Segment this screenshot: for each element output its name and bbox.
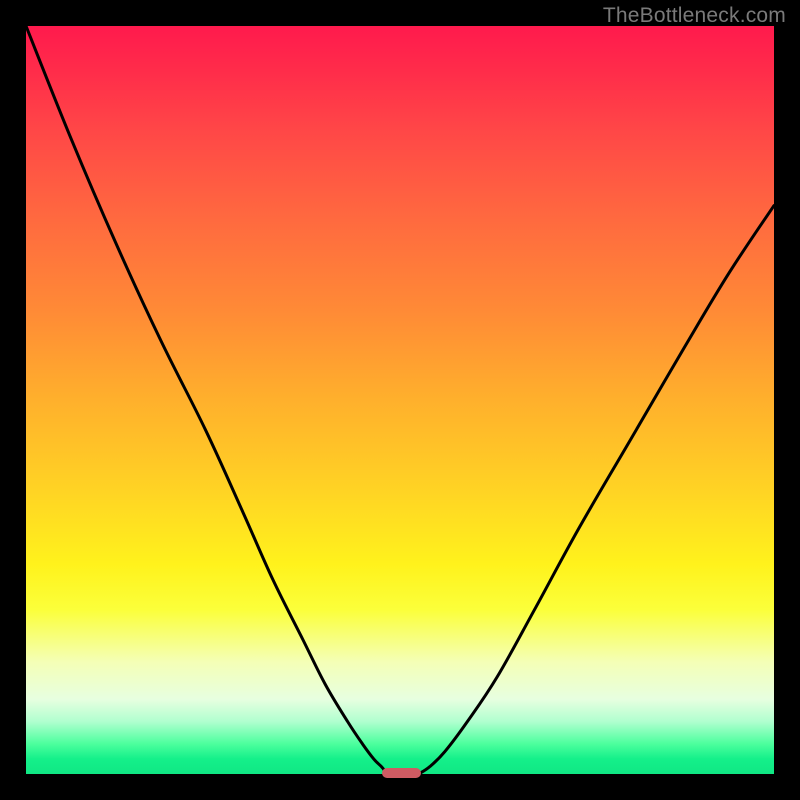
- series-left-curve: [26, 26, 388, 774]
- chart-frame: TheBottleneck.com: [0, 0, 800, 800]
- watermark-text: TheBottleneck.com: [603, 4, 786, 28]
- plot-area: [26, 26, 774, 774]
- minimum-marker: [382, 768, 421, 778]
- curves-layer: [26, 26, 774, 774]
- series-right-curve: [419, 206, 774, 774]
